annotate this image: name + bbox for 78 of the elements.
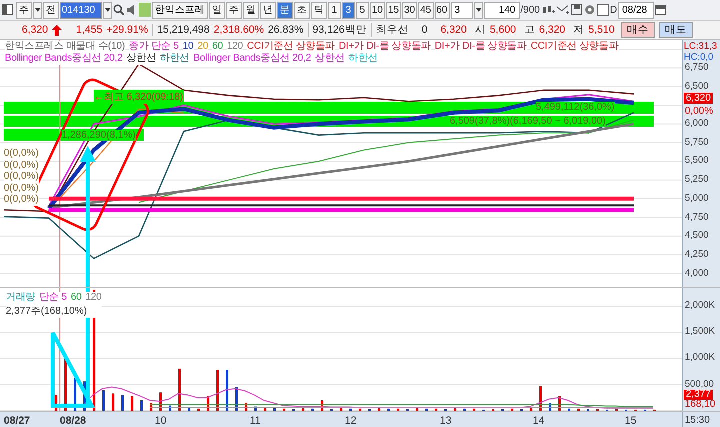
y-axis-tick: 5,750 bbox=[685, 136, 709, 148]
stock-name: 한익스프레 bbox=[152, 2, 208, 18]
chart-annotation: ←최고 6,320(09:18) bbox=[94, 90, 184, 104]
y-axis-tick: 500,00 bbox=[685, 378, 714, 390]
chart-annotation: 5,499,112(36,0%) bbox=[536, 102, 615, 113]
legend-item: 상한선 bbox=[315, 53, 345, 65]
hc-value: HC:0,0 bbox=[684, 52, 714, 63]
chart-annotation: 6,509(37,8%)(6,169,50 ~ 6,019,00) bbox=[450, 116, 606, 127]
zero-label: 0(0,0%) bbox=[4, 148, 40, 160]
y-axis-tick: 5,500 bbox=[685, 155, 709, 166]
y-axis-tick: 6,500 bbox=[685, 80, 709, 92]
current-volume-badge: 2,377 bbox=[684, 390, 714, 400]
legend-item: 120 bbox=[227, 41, 244, 53]
y-axis-tick: 6,000 bbox=[685, 118, 709, 130]
change-rate: +29.91% bbox=[106, 24, 148, 36]
y-axis-tick: 5,250 bbox=[685, 174, 709, 186]
legend-item: 120 bbox=[86, 292, 102, 304]
current-price: 6,320 bbox=[22, 24, 48, 36]
y-axis-tick: 4,000 bbox=[685, 268, 709, 279]
zero-label: 0(0,0%) bbox=[4, 171, 40, 182]
best-label: 최우선 bbox=[370, 23, 409, 37]
ohlc-value: 5,600 bbox=[490, 24, 516, 36]
legend-item: Bollinger Bands중심선 20,2 bbox=[194, 53, 312, 65]
y-axis-tick: 4,500 bbox=[685, 230, 709, 242]
y-axis-tick: 4,750 bbox=[685, 212, 709, 223]
zero-label: 0(0,0%) bbox=[4, 182, 40, 194]
price-change: 1,455 bbox=[76, 24, 103, 36]
legend-item: Bollinger Bands중심선 20,2 bbox=[5, 53, 123, 65]
legend-item: 단순 5 bbox=[39, 292, 67, 304]
current-price-badge: 6,320 bbox=[684, 93, 714, 104]
ohlc-value: 6,320 bbox=[539, 24, 566, 36]
ohlc-label: 고 bbox=[524, 23, 536, 37]
legend-item: 60 bbox=[212, 41, 224, 53]
zero-label: 0(0,0%) bbox=[4, 160, 40, 171]
x-axis-label: 11 bbox=[250, 415, 261, 427]
legend-item: 한익스프레스 매물대 수(10) bbox=[5, 41, 126, 53]
ohlc-label: 저 bbox=[574, 23, 585, 37]
current-volume-rate: 168,10 bbox=[685, 400, 716, 410]
legend-item: CCI기준선 상향돌파 bbox=[530, 41, 619, 53]
x-axis-label: 12 bbox=[345, 415, 357, 427]
x-axis-label: 15 bbox=[625, 415, 637, 427]
y-axis-tick: 1,500K bbox=[685, 326, 716, 338]
y-axis-tick: 6,750 bbox=[685, 62, 709, 73]
x-axis-label: 10 bbox=[155, 415, 167, 427]
legend-item: 20 bbox=[198, 41, 208, 53]
legend-item: 종가 단순 5 bbox=[129, 41, 179, 53]
legend-item: 하한선 bbox=[160, 53, 190, 65]
legend-item: 하한선 bbox=[348, 53, 378, 65]
legend-item: 거래량 bbox=[6, 292, 36, 304]
y-axis-tick: 1,000K bbox=[685, 352, 716, 364]
ohlc-label: 시 bbox=[474, 23, 486, 37]
y-axis-tick: 2,000K bbox=[685, 300, 716, 311]
y-axis-tick: 4,250 bbox=[685, 248, 709, 260]
volume-rate: 2,318.60% bbox=[214, 24, 264, 36]
x-axis-label: 08/27 bbox=[4, 415, 30, 427]
turnover-rate: 26.83% bbox=[268, 24, 304, 36]
total-count: /900 bbox=[520, 4, 540, 16]
chart-annotation: 1,286,290(8,1%) bbox=[62, 130, 136, 141]
trade-volume: 15,219,498 bbox=[152, 24, 210, 36]
x-axis-label: 14 bbox=[533, 415, 545, 427]
best-value: 0 bbox=[422, 24, 428, 36]
legend-item: DI+가 DI-를 상향돌파 bbox=[434, 41, 527, 53]
lc-value: LC:31,3 bbox=[684, 41, 718, 52]
x-axis-label: 08/28 bbox=[60, 415, 86, 427]
time-label: 15:30 bbox=[682, 412, 710, 427]
ohlc-value: 5,510 bbox=[588, 24, 615, 36]
volume-label: 2,377주(168,10%) bbox=[6, 304, 102, 318]
trade-amount: 93,126백만 bbox=[308, 23, 367, 37]
x-axis-label: 13 bbox=[440, 415, 452, 427]
y-axis-tick: 5,000 bbox=[685, 192, 709, 204]
legend-item: 상한선 bbox=[126, 53, 156, 65]
legend-item: DI+가 DI-를 상향돌파 bbox=[338, 41, 431, 53]
legend-item: CCI기준선 상향돌파 bbox=[247, 41, 335, 53]
d-label: D bbox=[610, 4, 618, 16]
zero-label: 0(0,0%) bbox=[4, 194, 40, 206]
legend-item: 10 bbox=[182, 41, 194, 53]
current-rate: 0,00% bbox=[685, 106, 714, 118]
best-price: 6,320 bbox=[440, 24, 467, 36]
